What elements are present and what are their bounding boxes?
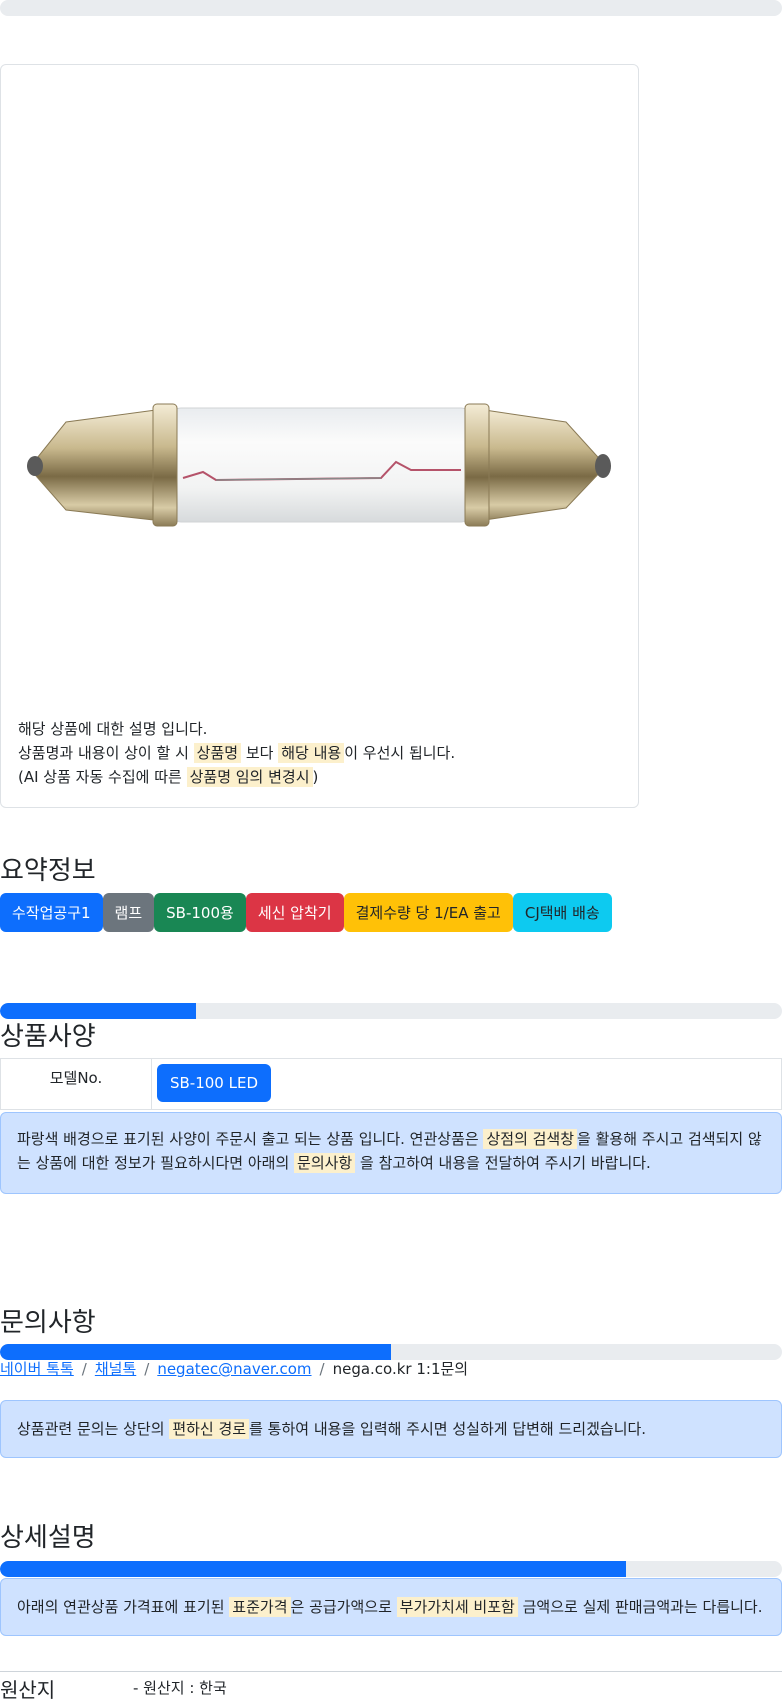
spec-label-model: 모델No. [1,1059,152,1109]
caption-text: (AI 상품 자동 수집에 따른 [18,768,182,786]
alert-text: 은 공급가액으로 [290,1598,392,1616]
product-caption: 해당 상품에 대한 설명 입니다. 상품명과 내용이 상이 할 시 상품명 보다… [18,717,455,789]
spec-table: 모델No. SB-100 LED [0,1058,782,1110]
origin-label: 원산지 [0,1678,56,1702]
caption-text: 상품명과 내용이 상이 할 시 [18,744,189,762]
badge-compat: SB-100용 [154,893,246,932]
inquiry-heading: 문의사항 [0,1308,96,1338]
highlight-standard-price: 표준가격 [229,1597,291,1617]
top-progress-bar [0,0,782,16]
detail-progress-fill [0,1561,626,1577]
badge-shipping: CJ택배 배송 [512,893,612,932]
alert-text: 금액으로 실제 판매금액과는 다릅니다. [522,1598,763,1616]
separator: / [144,1360,150,1378]
caption-text: 보다 [245,744,274,762]
spec-value-cell: SB-100 LED [152,1059,781,1109]
product-card: 해당 상품에 대한 설명 입니다. 상품명과 내용이 상이 할 시 상품명 보다… [0,64,639,808]
channel-talk-link[interactable]: 채널톡 [95,1360,136,1378]
caption-text: 이 우선시 됩니다. [344,744,456,762]
spec-info-alert: 파랑색 배경으로 표기된 사양이 주문시 출고 되는 상품 입니다. 연관상품은… [0,1112,782,1194]
badge-category: 수작업공구1 [0,893,103,932]
highlight-content: 해당 내용 [278,743,345,763]
inquiry-info-alert: 상품관련 문의는 상단의 편하신 경로 를 통하여 내용을 입력해 주시면 성실하… [0,1400,782,1458]
model-option-button[interactable]: SB-100 LED [157,1064,272,1102]
detail-progress-bar [0,1561,782,1577]
detail-heading: 상세설명 [0,1523,96,1553]
lamp-bulb-image [27,403,611,527]
summary-badges: 수작업공구1 램프 SB-100용 세신 압착기 결제수량 당 1/EA 출고 … [0,893,612,932]
alert-text: 상품관련 문의는 상단의 [17,1420,165,1438]
highlight-route: 편하신 경로 [169,1419,250,1439]
alert-text: 파랑색 배경으로 표기된 사양이 주문시 출고 되는 상품 입니다. 연관상품은 [17,1130,479,1148]
highlight-product-name: 상품명 [193,743,242,763]
separator: / [319,1360,325,1378]
badge-type: 램프 [102,893,155,932]
highlight-vat: 부가가치세 비포함 [396,1597,518,1617]
highlight-name-change: 상품명 임의 변경시 [186,767,313,787]
badge-quantity: 결제수량 당 1/EA 출고 [343,893,513,932]
caption-line-2: 상품명과 내용이 상이 할 시 상품명 보다 해당 내용 이 우선시 됩니다. [18,741,455,765]
caption-line-3: (AI 상품 자동 수집에 따른 상품명 임의 변경시) [18,765,455,789]
alert-text: 아래의 연관상품 가격표에 표기된 [17,1598,225,1616]
spec-progress-bar [0,1003,782,1019]
caption-line-1: 해당 상품에 대한 설명 입니다. [18,720,208,738]
caption-text: ) [312,768,319,786]
origin-row: 원산지 - 원산지 : 한국 [0,1671,782,1708]
naver-talk-link[interactable]: 네이버 톡톡 [0,1360,74,1378]
alert-text: 을 참고하여 내용을 전달하여 주시기 바랍니다. [360,1154,651,1172]
badge-brand: 세신 압착기 [245,893,344,932]
detail-info-alert: 아래의 연관상품 가격표에 표기된 표준가격 은 공급가액으로 부가가치세 비포함… [0,1578,782,1636]
site-inquiry-text: nega.co.kr 1:1문의 [332,1360,469,1378]
separator: / [81,1360,87,1378]
origin-value: - 원산지 : 한국 [133,1679,227,1697]
highlight-search-box: 상점의 검색창 [483,1129,578,1149]
inquiry-links: 네이버 톡톡 / 채널톡 / negatec@naver.com / nega.co.kr … [0,1358,468,1379]
email-link[interactable]: negatec@naver.com [157,1360,311,1378]
spec-heading: 상품사양 [0,1022,96,1052]
alert-text: 를 통하여 내용을 입력해 주시면 성실하게 답변해 드리겠습니다. [249,1420,647,1438]
highlight-inquiry: 문의사항 [294,1153,356,1173]
summary-heading: 요약정보 [0,856,96,886]
